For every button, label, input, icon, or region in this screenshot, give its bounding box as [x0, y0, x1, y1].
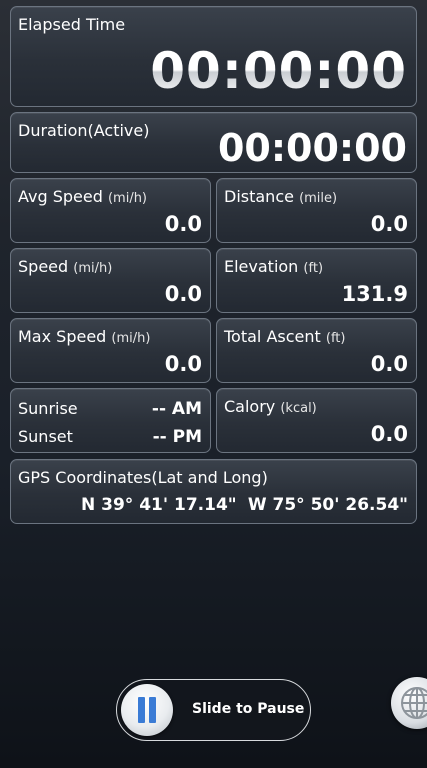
elevation-value: 131.9 — [341, 282, 408, 306]
pause-slider-knob[interactable] — [121, 684, 173, 736]
globe-button[interactable] — [391, 677, 427, 729]
speed-label: Speed (mi/h) — [18, 257, 112, 276]
sunset-label: Sunset — [18, 427, 73, 446]
sunrise-value: -- AM — [151, 399, 202, 419]
max-speed-unit: (mi/h) — [111, 331, 151, 346]
gps-label: GPS Coordinates(Lat and Long) — [18, 468, 268, 487]
avg-speed-value: 0.0 — [164, 212, 202, 236]
duration-panel: Duration(Active) 00:00:00 — [10, 112, 417, 173]
total-ascent-value: 0.0 — [370, 352, 408, 376]
avg-speed-label: Avg Speed (mi/h) — [18, 187, 147, 206]
speed-title: Speed — [18, 257, 69, 276]
total-ascent-title: Total Ascent — [224, 327, 321, 346]
duration-value: 00:00:00 — [217, 126, 407, 170]
max-speed-value: 0.0 — [164, 352, 202, 376]
sunrise-row: Sunrise -- AM — [18, 399, 202, 419]
elevation-title: Elevation — [224, 257, 299, 276]
calory-label: Calory (kcal) — [224, 397, 317, 416]
gps-longitude: W 75° 50' 26.54" — [247, 495, 408, 515]
speed-unit: (mi/h) — [73, 261, 113, 276]
sun-panel: Sunrise -- AM Sunset -- PM — [10, 388, 211, 453]
elapsed-time-label: Elapsed Time — [18, 15, 126, 34]
gps-latitude: N 39° 41' 17.14" — [81, 495, 237, 515]
max-speed-label: Max Speed (mi/h) — [18, 327, 150, 346]
max-speed-panel: Max Speed (mi/h) 0.0 — [10, 318, 211, 383]
total-ascent-label: Total Ascent (ft) — [224, 327, 345, 346]
calory-panel: Calory (kcal) 0.0 — [216, 388, 417, 453]
avg-speed-unit: (mi/h) — [107, 191, 148, 206]
globe-icon — [401, 687, 427, 719]
elapsed-time-panel: Elapsed Time 00:00:00 — [10, 6, 417, 107]
avg-speed-title: Avg Speed — [18, 187, 103, 206]
elevation-panel: Elevation (ft) 131.9 — [216, 248, 417, 313]
calory-value: 0.0 — [370, 422, 408, 446]
distance-value: 0.0 — [370, 212, 408, 236]
speed-value: 0.0 — [164, 282, 202, 306]
gps-panel: GPS Coordinates(Lat and Long) N 39° 41' … — [10, 459, 417, 524]
distance-label: Distance (mile) — [224, 187, 337, 206]
sunset-value: -- PM — [152, 427, 202, 447]
calory-title: Calory — [224, 397, 276, 416]
elevation-label: Elevation (ft) — [224, 257, 323, 276]
total-ascent-unit: (ft) — [325, 331, 346, 346]
calory-unit: (kcal) — [280, 401, 317, 416]
pause-icon — [138, 697, 156, 723]
elapsed-time-value: 00:00:00 — [150, 42, 407, 100]
slide-to-pause-control[interactable]: Slide to Pause — [116, 679, 311, 741]
max-speed-title: Max Speed — [18, 327, 107, 346]
speed-panel: Speed (mi/h) 0.0 — [10, 248, 211, 313]
elevation-unit: (ft) — [303, 261, 324, 276]
duration-label: Duration(Active) — [18, 121, 150, 140]
slide-to-pause-label: Slide to Pause — [192, 701, 305, 717]
avg-speed-panel: Avg Speed (mi/h) 0.0 — [10, 178, 211, 243]
distance-title: Distance — [224, 187, 294, 206]
total-ascent-panel: Total Ascent (ft) 0.0 — [216, 318, 417, 383]
sunrise-label: Sunrise — [18, 399, 78, 418]
sunset-row: Sunset -- PM — [18, 427, 202, 447]
distance-unit: (mile) — [299, 191, 338, 206]
distance-panel: Distance (mile) 0.0 — [216, 178, 417, 243]
